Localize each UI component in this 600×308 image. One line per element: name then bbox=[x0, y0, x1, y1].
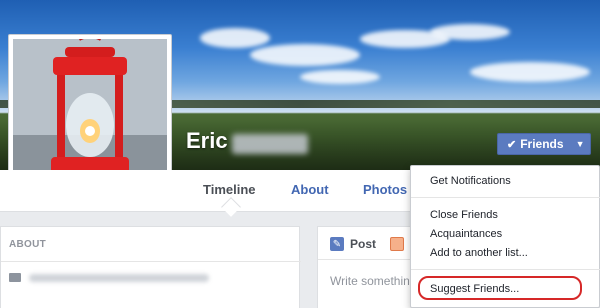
menu-item-acquaintances[interactable]: Acquaintances bbox=[430, 228, 502, 240]
lantern-photo bbox=[13, 39, 167, 191]
tab-timeline[interactable]: Timeline bbox=[203, 182, 256, 197]
name-redaction bbox=[232, 134, 308, 154]
menu-item-add-to-list[interactable]: Add to another list... bbox=[430, 247, 528, 259]
lantern-icon bbox=[13, 39, 167, 191]
menu-item-get-notifications[interactable]: Get Notifications bbox=[430, 175, 511, 187]
about-redaction bbox=[29, 274, 209, 282]
tab-photos[interactable]: Photos bbox=[363, 182, 407, 197]
post-tab[interactable]: Post bbox=[350, 237, 376, 251]
tab-about[interactable]: About bbox=[291, 182, 329, 197]
menu-separator bbox=[411, 197, 600, 198]
profile-name[interactable]: Eric bbox=[186, 128, 228, 154]
friends-button-label: Friends bbox=[520, 137, 564, 151]
menu-item-close-friends[interactable]: Close Friends bbox=[430, 209, 498, 221]
chevron-down-icon: ▼ bbox=[575, 139, 585, 149]
friends-button[interactable]: ✔ Friends ▼ bbox=[497, 133, 591, 155]
about-card-title: ABOUT bbox=[9, 239, 47, 250]
menu-separator bbox=[411, 269, 600, 270]
pencil-icon[interactable]: ✎ bbox=[330, 237, 344, 251]
divider bbox=[1, 261, 301, 262]
briefcase-icon bbox=[9, 273, 21, 282]
photo-icon[interactable] bbox=[390, 237, 404, 251]
highlight-annotation bbox=[418, 276, 582, 300]
about-card: ABOUT bbox=[0, 226, 301, 308]
composer-input[interactable]: Write somethin bbox=[330, 274, 410, 288]
check-icon: ✔ bbox=[507, 138, 517, 151]
